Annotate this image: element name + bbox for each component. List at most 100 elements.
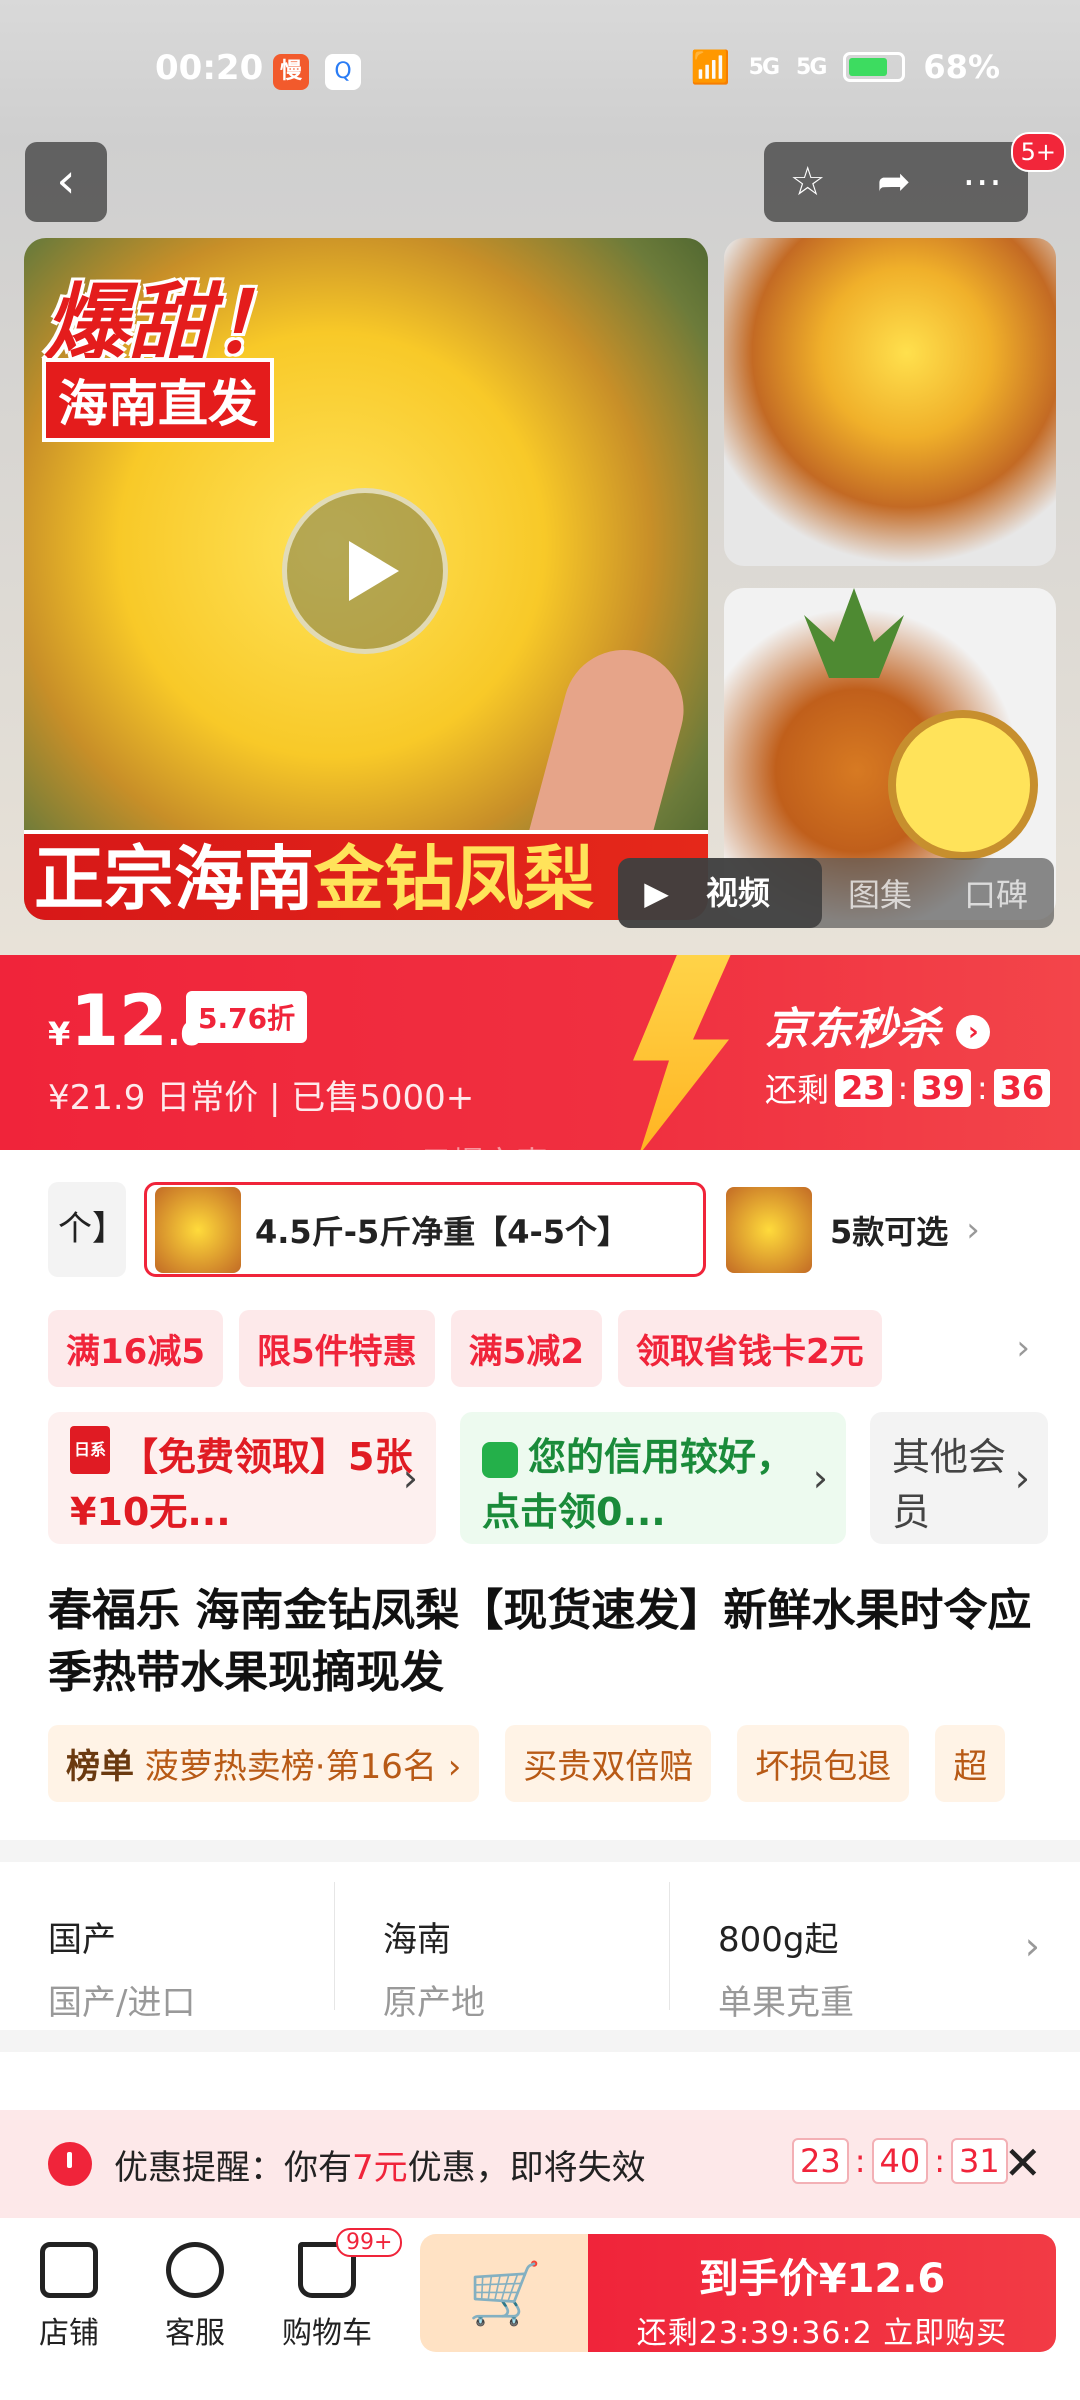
shopping-bag-icon bbox=[482, 1441, 518, 1478]
banner-text-gold: 金钻凤梨 bbox=[314, 838, 594, 920]
flash-sale-label: 京东秒杀 bbox=[765, 1004, 941, 1055]
wifi-icon: 📶 bbox=[690, 48, 731, 86]
coupon-benefit[interactable]: 日系 【免费领取】5张¥10无... › bbox=[48, 1412, 436, 1544]
customer-service-button[interactable]: 客服 bbox=[140, 2242, 250, 2352]
promo-text-origin: 海南直发 bbox=[42, 358, 274, 442]
more-variants-label: 5款可选 bbox=[830, 1212, 949, 1251]
spec-value: 800g起 bbox=[718, 1920, 839, 1960]
service-tag[interactable]: 超 bbox=[935, 1725, 1006, 1802]
add-to-cart-button[interactable]: 🛒 bbox=[420, 2234, 590, 2352]
price-subline: ¥21.9 日常价 | 已售5000+ bbox=[48, 1070, 474, 1119]
member-benefit-label: 其他会员 bbox=[892, 1435, 1007, 1534]
coupon-icon: 日系 bbox=[70, 1426, 110, 1474]
service-tag[interactable]: 坏损包退 bbox=[737, 1725, 910, 1802]
cart-button[interactable]: 99+ 购物车 bbox=[272, 2228, 403, 2352]
tab-gallery[interactable]: 图集 bbox=[822, 870, 938, 916]
favorite-star-icon[interactable]: ☆ bbox=[790, 159, 826, 205]
spec-item: 国产 国产/进口 bbox=[0, 1882, 335, 2023]
currency-symbol: ¥ bbox=[48, 1015, 71, 1053]
reminder-suffix: 优惠，即将失效 bbox=[407, 2147, 646, 2188]
tab-video[interactable]: ▶ 视频 bbox=[618, 858, 822, 928]
reminder-prefix: 优惠提醒：你有 bbox=[114, 2147, 352, 2188]
promo-tag[interactable]: 满5减2 bbox=[450, 1310, 602, 1387]
status-bar: 00:20 慢 Q 📶 5G 5G 68% bbox=[0, 0, 1080, 140]
tab-video-label: 视频 bbox=[705, 874, 770, 912]
chevron-right-icon: › bbox=[1024, 1924, 1040, 1968]
variant-thumbnail-2 bbox=[726, 1186, 812, 1273]
product-title: 春福乐 海南金钻凤梨【现货速发】新鲜水果时令应季热带水果现摘现发 bbox=[48, 1585, 1032, 1698]
buy-now-button[interactable]: 到手价¥12.6 还剩23:39:36:2 立即购买 bbox=[588, 2234, 1056, 2352]
reminder-hours: 23 bbox=[792, 2138, 849, 2184]
cart-label: 购物车 bbox=[282, 2316, 372, 2351]
shop-button[interactable]: 店铺 bbox=[14, 2242, 124, 2352]
spec-value: 海南 bbox=[383, 1920, 451, 1960]
ranking-label: 榜单 bbox=[66, 1747, 134, 1787]
original-price: ¥21.9 bbox=[48, 1078, 146, 1118]
coupon-benefit-label: 【免费领取】5张¥10无... bbox=[70, 1435, 413, 1534]
buy-price: 到手价¥12.6 bbox=[698, 2256, 946, 2302]
countdown-seconds: 36 bbox=[993, 1069, 1051, 1107]
spec-key: 原产地 bbox=[383, 1983, 485, 2023]
variant-thumbnail bbox=[155, 1186, 241, 1273]
variant-prev[interactable]: 个】 bbox=[48, 1182, 126, 1277]
watermark-text: 只爆京喜 bbox=[420, 1144, 549, 1182]
close-icon[interactable]: ✕ bbox=[1003, 2136, 1042, 2190]
spec-row[interactable]: 国产 国产/进口 海南 原产地 800g起 单果克重 › bbox=[0, 1862, 1080, 2030]
credit-benefit[interactable]: 您的信用较好，点击领0... › bbox=[460, 1412, 846, 1544]
tab-reviews[interactable]: 口碑 bbox=[938, 870, 1054, 916]
message-badge: 5+ bbox=[1010, 132, 1066, 172]
spec-key: 单果克重 bbox=[718, 1983, 854, 2023]
service-label: 客服 bbox=[165, 2316, 225, 2351]
reminder-countdown: 23: 40: 31 bbox=[792, 2138, 1008, 2184]
ranking-tag[interactable]: 榜单 菠萝热卖榜·第16名 › bbox=[48, 1725, 480, 1802]
member-benefit[interactable]: 其他会员 › bbox=[870, 1412, 1048, 1544]
spec-value: 国产 bbox=[48, 1920, 116, 1960]
promotions-more-icon[interactable]: › bbox=[1016, 1328, 1030, 1368]
discount-badge: 5.76折 bbox=[186, 991, 308, 1043]
price-integer: 12 bbox=[70, 980, 168, 1062]
add-cart-icon: 🛒 bbox=[467, 2258, 543, 2329]
product-gallery: ‹ ☆ ➦ ⋯ 5+ 爆甜！ 海南直发 正宗海南金钻凤梨 ▶ 视频 图集 口碑 bbox=[0, 132, 1080, 955]
reminder-amount: 7元 bbox=[352, 2147, 408, 2188]
divider: | bbox=[268, 1078, 281, 1118]
benefits-row: 日系 【免费领取】5张¥10无... › 您的信用较好，点击领0... › 其他会… bbox=[48, 1412, 1048, 1544]
shop-icon bbox=[40, 2242, 98, 2298]
play-video-button[interactable] bbox=[282, 488, 448, 654]
search-app-icon: Q bbox=[325, 54, 361, 90]
signal-icon-2: 5G bbox=[796, 54, 827, 80]
promo-tag[interactable]: 限5件特惠 bbox=[238, 1310, 435, 1387]
delivery-row[interactable] bbox=[0, 2052, 1080, 2112]
reminder-seconds: 31 bbox=[951, 2138, 1008, 2184]
original-price-label: 日常价 bbox=[156, 1078, 259, 1118]
thumbnail-image-1[interactable] bbox=[724, 238, 1056, 566]
pineapple-leaves bbox=[804, 588, 904, 678]
share-icon[interactable]: ➦ bbox=[877, 159, 911, 205]
promo-banner: 正宗海南金钻凤梨 bbox=[24, 830, 708, 920]
media-tabs: ▶ 视频 图集 口碑 bbox=[618, 858, 1054, 928]
banner-text-white: 正宗海南 bbox=[34, 838, 314, 920]
current-price: ¥12.6 bbox=[48, 980, 202, 1062]
more-variants[interactable]: 5款可选 › bbox=[726, 1182, 980, 1277]
promo-tag[interactable]: 满16减5 bbox=[48, 1310, 223, 1387]
sold-count: 已售5000+ bbox=[291, 1078, 475, 1118]
chevron-right-icon: › bbox=[402, 1456, 418, 1500]
back-button[interactable]: ‹ bbox=[25, 142, 107, 222]
battery-icon bbox=[843, 52, 906, 82]
service-tag[interactable]: 买贵双倍赔 bbox=[505, 1725, 712, 1802]
more-menu-icon[interactable]: ⋯ bbox=[962, 159, 1002, 205]
reminder-minutes: 40 bbox=[871, 2138, 929, 2184]
price-band: ¥12.6 5.76折 ¥21.9 日常价 | 已售5000+ 京东秒杀 › 还… bbox=[0, 955, 1080, 1150]
countdown-hours: 23 bbox=[835, 1069, 892, 1107]
spec-key: 国产/进口 bbox=[48, 1983, 196, 2023]
ranking-value: 菠萝热卖榜·第16名 bbox=[144, 1747, 437, 1787]
chevron-right-icon: › bbox=[956, 1015, 991, 1049]
promotion-list: 满16减5 限5件特惠 满5减2 领取省钱卡2元 bbox=[48, 1310, 882, 1387]
smile-face-icon bbox=[166, 2242, 224, 2298]
cart-count-badge: 99+ bbox=[336, 2228, 403, 2257]
flash-sale[interactable]: 京东秒杀 › 还剩 23: 39: 36 bbox=[765, 993, 1051, 1111]
variant-selected[interactable]: 4.5斤-5斤净重【4-5个】 bbox=[144, 1182, 706, 1277]
promo-tag[interactable]: 领取省钱卡2元 bbox=[617, 1310, 882, 1387]
variant-selector: 个】 4.5斤-5斤净重【4-5个】 5款可选 › bbox=[0, 1182, 1080, 1277]
spec-item: 800g起 单果克重 bbox=[670, 1882, 1005, 2023]
main-product-video[interactable]: 爆甜！ 海南直发 正宗海南金钻凤梨 bbox=[24, 238, 708, 920]
